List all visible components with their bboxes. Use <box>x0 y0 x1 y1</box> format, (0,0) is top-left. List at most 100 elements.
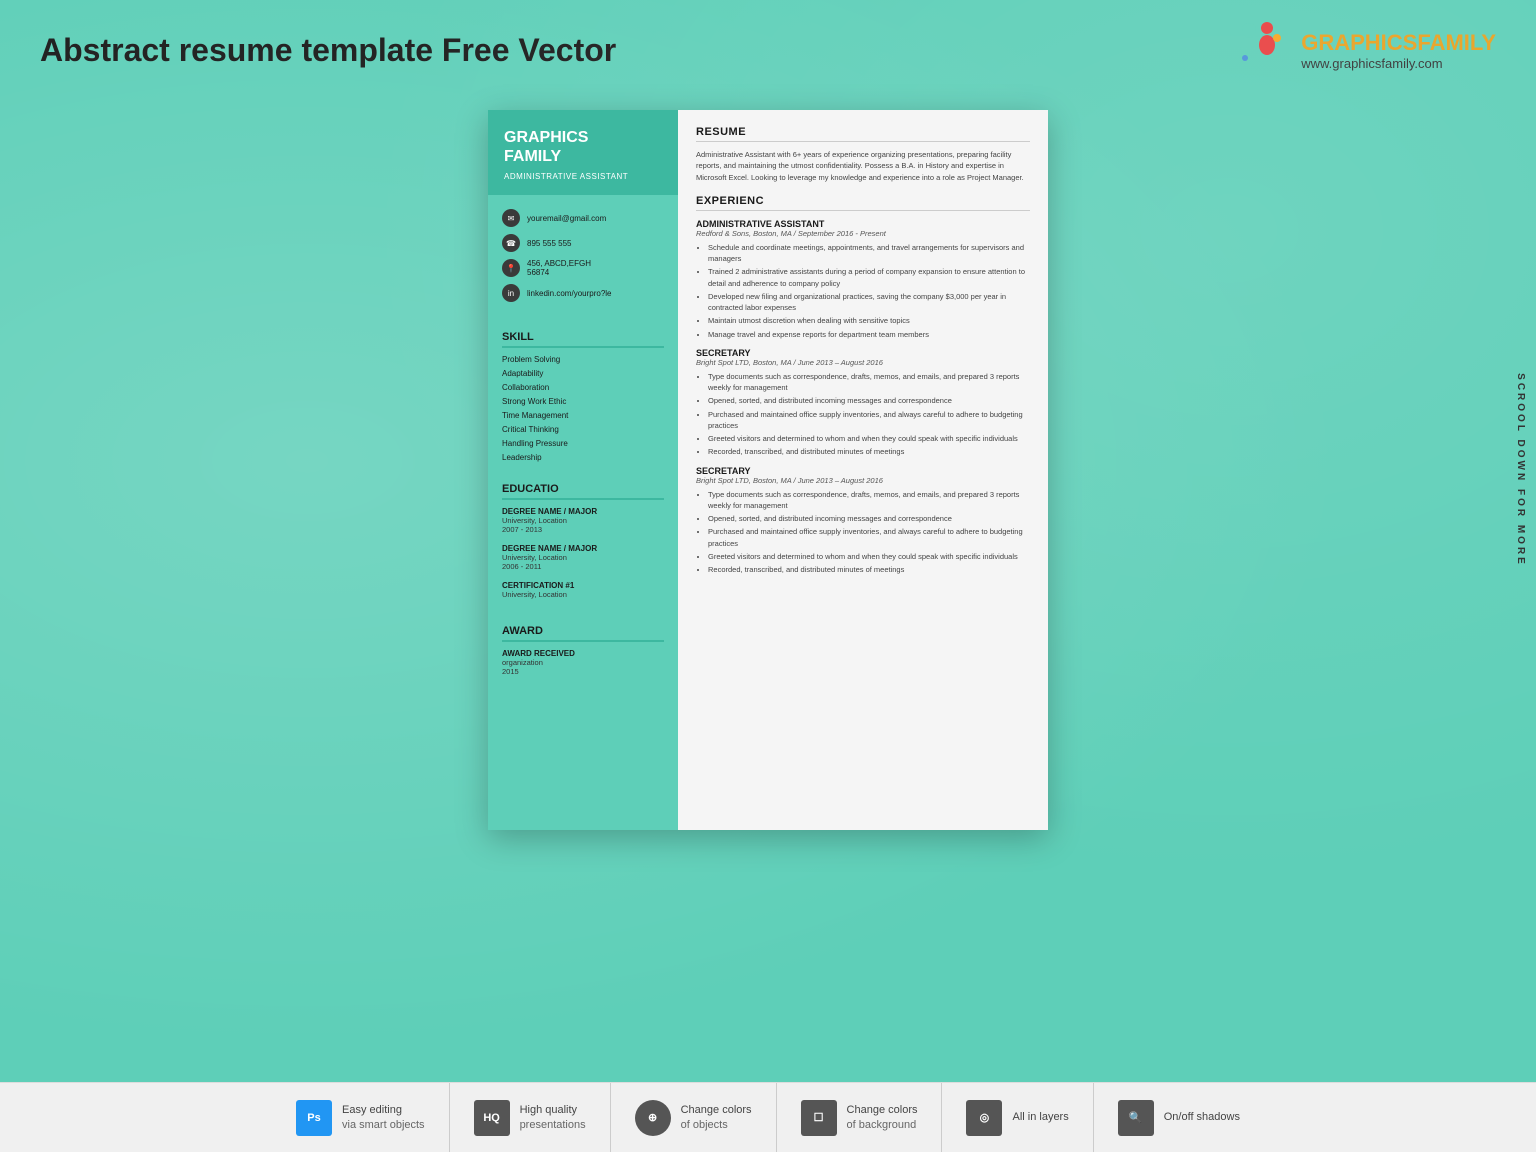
bullet-item: Type documents such as correspondence, d… <box>708 371 1030 394</box>
phone-text: 895 555 555 <box>527 239 572 248</box>
resume-sidebar: GRAPHICSFAMILY ADMINISTRATIVE ASSISTANT … <box>488 110 678 830</box>
footer-feature: HQ High qualitypresentations <box>450 1083 611 1152</box>
footer-feature-text: Change colorsof background <box>847 1103 918 1132</box>
job-title: SECRETARY <box>696 348 1030 358</box>
edu-institution: University, Location <box>502 553 664 562</box>
jobs-list: ADMINISTRATIVE ASSISTANT Redford & Sons,… <box>696 219 1030 576</box>
phone-icon: ☎ <box>502 234 520 252</box>
edu-degree: CERTIFICATION #1 <box>502 581 664 590</box>
job-title: SECRETARY <box>696 466 1030 476</box>
edu-degree: DEGREE NAME / MAJOR <box>502 507 664 516</box>
footer-feature-text: On/off shadows <box>1164 1110 1240 1124</box>
bullet-item: Purchased and maintained office supply i… <box>708 409 1030 432</box>
location-icon: 📍 <box>502 259 520 277</box>
award-section: AWARD AWARD RECEIVED organization 2015 <box>488 617 678 694</box>
bullet-item: Manage travel and expense reports for de… <box>708 329 1030 340</box>
email-text: youremail@gmail.com <box>527 214 606 223</box>
footer-feature: 🔍 On/off shadows <box>1094 1083 1264 1152</box>
bullet-item: Opened, sorted, and distributed incoming… <box>708 513 1030 524</box>
job-detail: Bright Spot LTD, Boston, MA / June 2013 … <box>696 476 1030 485</box>
award-item: AWARD RECEIVED organization 2015 <box>502 649 664 676</box>
skill-item: Problem Solving <box>502 355 664 364</box>
education-section: EDUCATIO DEGREE NAME / MAJOR University,… <box>488 475 678 617</box>
bullet-item: Greeted visitors and determined to whom … <box>708 551 1030 562</box>
email-icon: ✉ <box>502 209 520 227</box>
bullet-item: Recorded, transcribed, and distributed m… <box>708 564 1030 575</box>
award-name: AWARD RECEIVED <box>502 649 664 658</box>
bullet-item: Purchased and maintained office supply i… <box>708 526 1030 549</box>
award-year: 2015 <box>502 667 664 676</box>
skills-section: SKILL Problem SolvingAdaptabilityCollabo… <box>488 323 678 475</box>
footer-badge: ☐ <box>801 1100 837 1136</box>
linkedin-text: linkedin.com/yourpro?le <box>527 289 612 298</box>
footer-badge: ◎ <box>966 1100 1002 1136</box>
job-detail: Redford & Sons, Boston, MA / September 2… <box>696 229 1030 238</box>
edu-institution: University, Location <box>502 516 664 525</box>
brand-url: www.graphicsfamily.com <box>1301 56 1496 71</box>
skill-item: Leadership <box>502 453 664 462</box>
education-title: EDUCATIO <box>502 483 664 500</box>
education-item: DEGREE NAME / MAJOR University, Location… <box>502 507 664 534</box>
bullet-list: Type documents such as correspondence, d… <box>708 489 1030 576</box>
skills-title: SKILL <box>502 331 664 348</box>
footer-feature: ⊕ Change colorsof objects <box>611 1083 777 1152</box>
award-title: AWARD <box>502 625 664 642</box>
bullet-item: Recorded, transcribed, and distributed m… <box>708 446 1030 457</box>
footer-feature: ☐ Change colorsof background <box>777 1083 943 1152</box>
brand-name: GRAPHICSFAMILY <box>1301 30 1496 56</box>
education-item: CERTIFICATION #1 University, Location <box>502 581 664 599</box>
footer-badge: Ps <box>296 1100 332 1136</box>
page-title: Abstract resume template Free Vector <box>40 32 616 69</box>
bullet-item: Opened, sorted, and distributed incoming… <box>708 395 1030 406</box>
resume-wrapper: GRAPHICSFAMILY ADMINISTRATIVE ASSISTANT … <box>0 90 1536 850</box>
contact-email: ✉ youremail@gmail.com <box>502 209 664 227</box>
footer-bar: Ps Easy editingvia smart objects HQ High… <box>0 1082 1536 1152</box>
skill-item: Critical Thinking <box>502 425 664 434</box>
bullet-item: Maintain utmost discretion when dealing … <box>708 315 1030 326</box>
header: Abstract resume template Free Vector GRA… <box>0 0 1536 90</box>
footer-items: Ps Easy editingvia smart objects HQ High… <box>272 1083 1264 1152</box>
footer-feature: ◎ All in layers <box>942 1083 1093 1152</box>
edu-degree: DEGREE NAME / MAJOR <box>502 544 664 553</box>
summary-text: Administrative Assistant with 6+ years o… <box>696 149 1030 183</box>
logo-text: GRAPHICSFAMILY www.graphicsfamily.com <box>1301 30 1496 71</box>
scroll-indicator: SCROOL DOWN FOR MORE <box>1515 373 1526 567</box>
resume-main: RESUME Administrative Assistant with 6+ … <box>678 110 1048 830</box>
footer-feature-text: Easy editingvia smart objects <box>342 1103 425 1132</box>
edu-institution: University, Location <box>502 590 664 599</box>
address-text: 456, ABCD,EFGH56874 <box>527 259 591 277</box>
education-item: DEGREE NAME / MAJOR University, Location… <box>502 544 664 571</box>
skill-item: Adaptability <box>502 369 664 378</box>
edu-years: 2007 - 2013 <box>502 525 664 534</box>
sidebar-role: ADMINISTRATIVE ASSISTANT <box>504 172 662 181</box>
resume-card: GRAPHICSFAMILY ADMINISTRATIVE ASSISTANT … <box>488 110 1048 830</box>
contact-linkedin: in linkedin.com/yourpro?le <box>502 284 664 302</box>
job-entry: ADMINISTRATIVE ASSISTANT Redford & Sons,… <box>696 219 1030 340</box>
bullet-list: Type documents such as correspondence, d… <box>708 371 1030 458</box>
company-name: GRAPHICSFAMILY <box>504 128 662 166</box>
footer-badge: 🔍 <box>1118 1100 1154 1136</box>
footer-feature-text: All in layers <box>1012 1110 1068 1124</box>
contact-section: ✉ youremail@gmail.com ☎ 895 555 555 📍 45… <box>488 195 678 323</box>
skills-list: Problem SolvingAdaptabilityCollaboration… <box>502 355 664 462</box>
footer-feature: Ps Easy editingvia smart objects <box>272 1083 450 1152</box>
education-list: DEGREE NAME / MAJOR University, Location… <box>502 507 664 599</box>
sidebar-header: GRAPHICSFAMILY ADMINISTRATIVE ASSISTANT <box>488 110 678 195</box>
bullet-item: Developed new filing and organizational … <box>708 291 1030 314</box>
skill-item: Time Management <box>502 411 664 420</box>
contact-address: 📍 456, ABCD,EFGH56874 <box>502 259 664 277</box>
bullet-item: Greeted visitors and determined to whom … <box>708 433 1030 444</box>
bullet-list: Schedule and coordinate meetings, appoin… <box>708 242 1030 340</box>
footer-badge: HQ <box>474 1100 510 1136</box>
skill-item: Handling Pressure <box>502 439 664 448</box>
bullet-item: Trained 2 administrative assistants duri… <box>708 266 1030 289</box>
skill-item: Strong Work Ethic <box>502 397 664 406</box>
resume-title: RESUME <box>696 126 1030 142</box>
award-org: organization <box>502 658 664 667</box>
edu-years: 2006 - 2011 <box>502 562 664 571</box>
logo-icon <box>1231 20 1291 80</box>
logo-area: GRAPHICSFAMILY www.graphicsfamily.com <box>1231 20 1496 80</box>
contact-phone: ☎ 895 555 555 <box>502 234 664 252</box>
bullet-item: Schedule and coordinate meetings, appoin… <box>708 242 1030 265</box>
job-detail: Bright Spot LTD, Boston, MA / June 2013 … <box>696 358 1030 367</box>
